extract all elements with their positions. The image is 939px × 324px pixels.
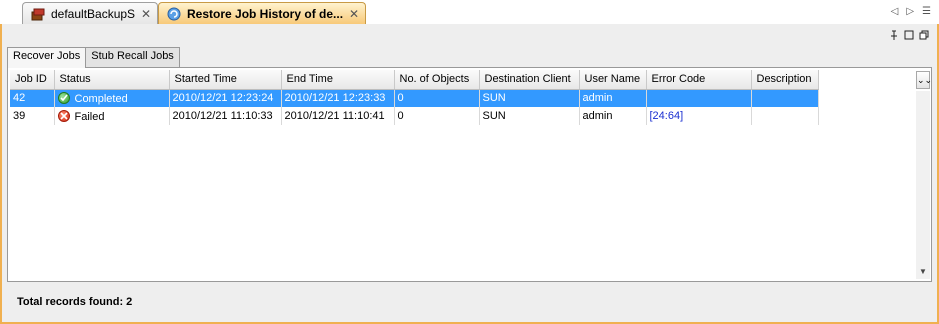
jobs-table: Job ID Status Started Time End Time No. … <box>10 70 819 125</box>
column-header-objects[interactable]: No. of Objects <box>394 70 480 90</box>
cell-status: Failed <box>54 107 170 125</box>
scroll-right-icon[interactable]: ▷ <box>906 6 914 17</box>
column-header-started-time[interactable]: Started Time <box>169 70 282 90</box>
status-text: Completed <box>74 92 128 105</box>
column-header-end-time[interactable]: End Time <box>281 70 395 90</box>
cell-user: admin <box>579 89 647 107</box>
column-header-description[interactable]: Description <box>751 70 819 90</box>
backup-set-icon <box>31 7 45 21</box>
minimize-icon[interactable] <box>904 30 914 40</box>
table-row[interactable]: 42 Completed 2010/12/21 12:23:24 2010/12… <box>10 89 819 107</box>
cell-error-code: [24:64] <box>646 107 752 125</box>
cell-job-id: 39 <box>10 107 55 125</box>
editor-tab-bar: defaultBackupSet ✕ Restore Job History o… <box>0 0 939 25</box>
cell-end-time: 2010/12/21 12:23:33 <box>281 89 395 107</box>
vertical-scrollbar[interactable]: ▼ <box>916 91 930 279</box>
cell-status: Completed <box>54 89 170 107</box>
cell-error-code <box>646 89 752 107</box>
cell-started-time: 2010/12/21 11:10:33 <box>169 107 282 125</box>
column-header-error-code[interactable]: Error Code <box>646 70 752 90</box>
tab-stub-recall-jobs[interactable]: Stub Recall Jobs <box>85 47 180 67</box>
cell-destination: SUN <box>479 89 580 107</box>
column-header-user-name[interactable]: User Name <box>579 70 647 90</box>
cell-started-time: 2010/12/21 12:23:24 <box>169 89 282 107</box>
column-header-job-id[interactable]: Job ID <box>10 70 55 90</box>
tab-navigation: ◁ ▷ ☰ <box>891 6 931 17</box>
restore-history-icon <box>167 7 181 21</box>
cell-job-id: 42 <box>10 89 55 107</box>
tab-recover-jobs[interactable]: Recover Jobs <box>7 47 87 68</box>
table-row[interactable]: 39 Failed 2010/12/21 11:10:33 2010/12/21… <box>10 107 819 125</box>
scroll-left-icon[interactable]: ◁ <box>891 6 899 17</box>
tab-label: defaultBackupSet <box>51 6 135 21</box>
jobs-table-frame: Job ID Status Started Time End Time No. … <box>7 67 932 282</box>
column-chooser-button[interactable]: ⌄⌄ <box>916 71 933 89</box>
tab-default-backup-set[interactable]: defaultBackupSet ✕ <box>22 2 158 24</box>
tab-list-icon[interactable]: ☰ <box>922 6 931 17</box>
column-header-status[interactable]: Status <box>54 70 170 90</box>
close-icon[interactable]: ✕ <box>135 7 151 21</box>
job-history-panel: Recover Jobs Stub Recall Jobs Job ID Sta… <box>0 24 939 324</box>
completed-icon <box>57 91 70 104</box>
job-type-tabs: Recover Jobs Stub Recall Jobs <box>7 47 180 68</box>
table-header-row: Job ID Status Started Time End Time No. … <box>10 70 819 90</box>
view-controls <box>889 30 929 40</box>
cell-end-time: 2010/12/21 11:10:41 <box>281 107 395 125</box>
tab-restore-job-history[interactable]: Restore Job History of de... ✕ <box>158 2 366 25</box>
failed-icon <box>57 109 70 122</box>
cell-description <box>751 89 819 107</box>
error-code-link[interactable]: [24:64] <box>650 110 684 122</box>
double-chevron-down-icon: ⌄⌄ <box>917 75 933 85</box>
scroll-down-icon[interactable]: ▼ <box>916 265 930 279</box>
cell-user: admin <box>579 107 647 125</box>
total-records: Total records found: 2 <box>17 296 133 308</box>
cell-destination: SUN <box>479 107 580 125</box>
cell-description <box>751 107 819 125</box>
status-text: Failed <box>74 110 105 123</box>
column-header-destination-client[interactable]: Destination Client <box>479 70 580 90</box>
pin-icon[interactable] <box>889 30 899 40</box>
cell-objects: 0 <box>394 89 480 107</box>
close-icon[interactable]: ✕ <box>343 7 359 21</box>
cell-objects: 0 <box>394 107 480 125</box>
maximize-icon[interactable] <box>919 30 929 40</box>
tab-label: Restore Job History of de... <box>187 7 343 21</box>
